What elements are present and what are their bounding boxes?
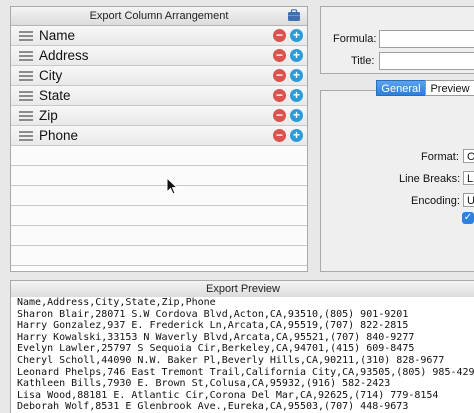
column-name: State — [39, 88, 71, 103]
drag-handle-icon[interactable] — [19, 91, 33, 101]
empty-row — [11, 206, 307, 226]
format-label: Format: — [421, 151, 459, 163]
add-column-button[interactable]: + — [290, 89, 303, 102]
tab-general[interactable]: General — [376, 80, 426, 96]
column-row[interactable]: City − + — [11, 66, 307, 86]
empty-row — [11, 166, 307, 186]
preview-line: Harry Kowalski,33153 N Waverly Blvd,Arca… — [17, 331, 415, 343]
formula-label: Formula: — [333, 33, 377, 45]
add-column-button[interactable]: + — [290, 129, 303, 142]
column-name: Name — [39, 28, 76, 43]
formula-field[interactable] — [379, 30, 474, 48]
preview-line: Lisa Wood,88181 E. Atlantic Cir,Corona D… — [17, 389, 439, 401]
option-checkbox[interactable]: ✓ — [462, 212, 474, 224]
title-field[interactable] — [379, 52, 474, 70]
add-column-button[interactable]: + — [290, 69, 303, 82]
preview-line: Leonard Phelps,746 East Tremont Trail,Ca… — [17, 366, 474, 378]
column-row[interactable]: Name − + — [11, 26, 307, 46]
empty-row — [11, 186, 307, 206]
drag-handle-icon[interactable] — [19, 31, 33, 41]
title-label: Title: — [351, 55, 375, 67]
preview-line: Cheryl Scholl,44090 N.W. Baker Pl,Beverl… — [17, 354, 445, 366]
formula-panel: Formula: Title: — [320, 6, 474, 74]
line-breaks-value: L — [467, 173, 474, 185]
preview-line: Harry Gonzalez,937 E. Frederick Ln,Arcat… — [17, 320, 409, 332]
column-name: Zip — [39, 108, 58, 123]
preview-line: Deborah Wolf,8531 E Glenbrook Ave.,Eurek… — [17, 401, 409, 413]
general-settings-panel: Format: C Line Breaks: L Encoding: U — [320, 90, 474, 272]
column-name: Address — [39, 48, 89, 63]
drag-handle-icon[interactable] — [19, 131, 33, 141]
column-arrangement-panel: Export Column Arrangement Name − + Address −… — [10, 6, 308, 272]
remove-column-button[interactable]: − — [273, 69, 286, 82]
column-arrangement-title: Export Column Arrangement — [89, 10, 229, 22]
column-arrangement-header: Export Column Arrangement — [11, 7, 307, 26]
encoding-popup[interactable]: U — [463, 193, 474, 207]
export-preview-text: Name,Address,City,State,Zip,Phone Sharon … — [10, 297, 474, 413]
remove-column-button[interactable]: − — [273, 89, 286, 102]
column-row[interactable]: Zip − + — [11, 106, 307, 126]
add-column-button[interactable]: + — [290, 49, 303, 62]
remove-column-button[interactable]: − — [273, 29, 286, 42]
encoding-value: U — [467, 195, 474, 206]
format-value: C — [467, 151, 474, 162]
tab-preview[interactable]: Preview — [425, 80, 474, 96]
add-column-button[interactable]: + — [290, 109, 303, 122]
remove-column-button[interactable]: − — [273, 49, 286, 62]
preview-line: Kathleen Bills,7930 E. Brown St,Colusa,C… — [17, 378, 391, 390]
column-name: City — [39, 68, 63, 83]
mouse-pointer-icon — [166, 177, 178, 195]
preview-line: Evelyn Lawler,25797 S Sequoia Cir,Berkel… — [17, 343, 415, 355]
remove-column-button[interactable]: − — [273, 109, 286, 122]
settings-tabs: General Preview — [376, 80, 474, 96]
briefcase-icon[interactable] — [287, 9, 301, 22]
drag-handle-icon[interactable] — [19, 51, 33, 61]
drag-handle-icon[interactable] — [19, 71, 33, 81]
line-breaks-label: Line Breaks: — [399, 173, 461, 185]
preview-line: Sharon Blair,28071 S.W Cordova Blvd,Acto… — [17, 308, 409, 320]
export-preview-header: Export Preview — [10, 280, 474, 298]
remove-column-button[interactable]: − — [273, 129, 286, 142]
empty-row — [11, 226, 307, 246]
add-column-button[interactable]: + — [290, 29, 303, 42]
column-row[interactable]: State − + — [11, 86, 307, 106]
column-list: Name − + Address − + City − + State − + Zip − + Phone − + — [11, 26, 307, 266]
preview-line: Name,Address,City,State,Zip,Phone — [17, 297, 216, 308]
export-preview-title: Export Preview — [206, 283, 280, 295]
column-name: Phone — [39, 128, 79, 143]
line-breaks-popup[interactable]: L — [463, 171, 474, 185]
drag-handle-icon[interactable] — [19, 111, 33, 121]
encoding-label: Encoding: — [411, 195, 460, 207]
empty-row — [11, 146, 307, 166]
column-row[interactable]: Phone − + — [11, 126, 307, 146]
empty-row — [11, 246, 307, 266]
column-row[interactable]: Address − + — [11, 46, 307, 66]
format-popup[interactable]: C — [463, 149, 474, 163]
